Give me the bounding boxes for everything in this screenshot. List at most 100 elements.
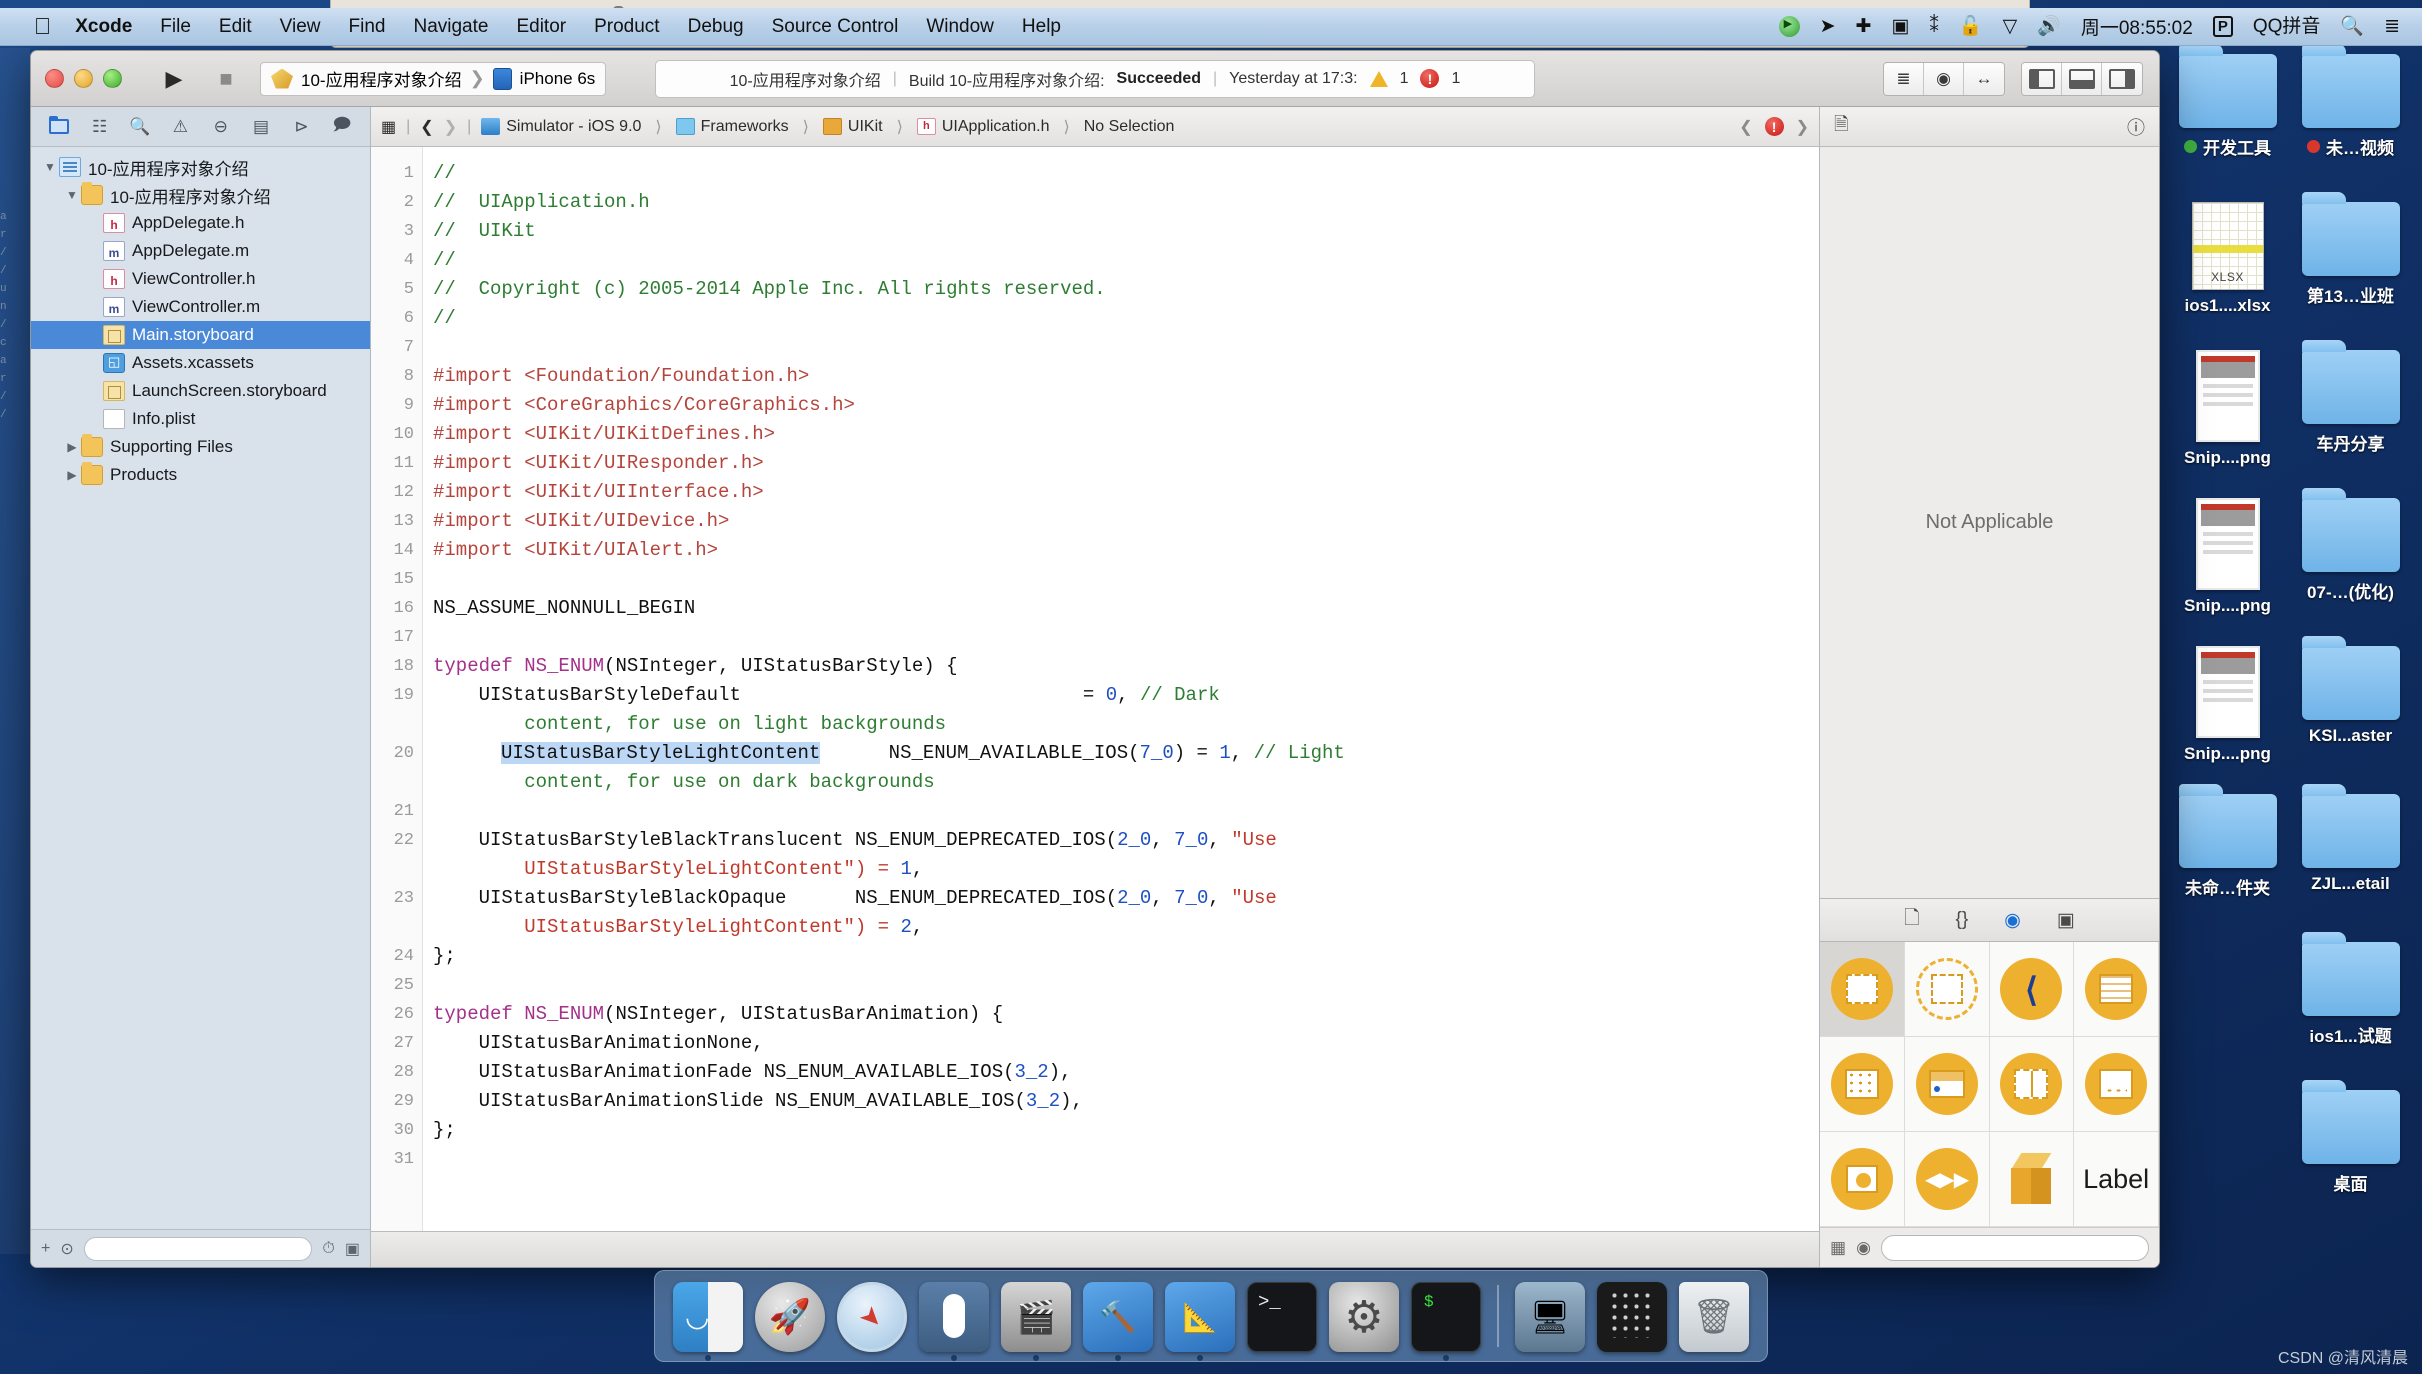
report-navigator-icon[interactable]: 🗩 (322, 112, 362, 142)
filter-icon[interactable]: ◉ (1856, 1238, 1871, 1258)
navigator-item[interactable]: ▼ 10-应用程序对象介绍 (31, 181, 370, 209)
menu-editor[interactable]: Editor (516, 16, 566, 38)
location-arrow-icon[interactable]: ➤ (1820, 17, 1836, 36)
navigator-item[interactable]: Assets.xcassets (31, 349, 370, 377)
view-controller-object[interactable] (1820, 942, 1905, 1037)
code-line[interactable]: // UIKit (433, 217, 1819, 246)
debug-panel-toggle[interactable] (2062, 62, 2102, 95)
desktop-icon[interactable]: 07-…(优化) (2289, 488, 2412, 646)
sync-icon[interactable]: ⁑ (1929, 17, 1939, 36)
navigator-item[interactable]: ▶ Supporting Files (31, 433, 370, 461)
launchpad-dock-icon[interactable] (753, 1281, 827, 1361)
file-inspector-icon[interactable]: 🗎 (1834, 112, 1848, 142)
stop-button[interactable]: ■ (200, 62, 252, 96)
breadcrumb-uiapplication-h[interactable]: h UIApplication.h (916, 118, 1049, 136)
code-line[interactable]: UIStatusBarAnimationSlide NS_ENUM_AVAILA… (433, 1087, 1819, 1116)
menu-xcode[interactable]: Xcode (75, 16, 132, 38)
code-line[interactable]: #import <UIKit/UIInterface.h> (433, 478, 1819, 507)
close-window-button[interactable] (45, 69, 64, 88)
menu-view[interactable]: View (280, 16, 321, 38)
desktop-icon[interactable]: Snip....png (2166, 498, 2289, 646)
code-line[interactable]: UIStatusBarStyleLightContent") = 1, (433, 855, 1819, 884)
desktop-icon[interactable]: ios1...试题 (2289, 932, 2412, 1090)
desktop-icon[interactable]: 未…视频 (2289, 44, 2412, 202)
navigator-item[interactable]: LaunchScreen.storyboard (31, 377, 370, 405)
menu-find[interactable]: Find (349, 16, 386, 38)
code-line[interactable]: #import <Foundation/Foundation.h> (433, 362, 1819, 391)
code-line[interactable]: // UIApplication.h (433, 188, 1819, 217)
code-line[interactable]: #import <CoreGraphics/CoreGraphics.h> (433, 391, 1819, 420)
code-line[interactable]: typedef NS_ENUM(NSInteger, UIStatusBarSt… (433, 652, 1819, 681)
navigator-item[interactable]: m AppDelegate.m (31, 237, 370, 265)
desktop-icon[interactable]: 未命…件夹 (2166, 784, 2289, 942)
bluetooth-icon[interactable]: ✚ (1856, 17, 1872, 36)
disclosure-triangle-icon[interactable]: ▼ (63, 188, 81, 202)
ime-label[interactable]: QQ拼音 (2253, 17, 2321, 36)
code-line[interactable] (433, 971, 1819, 1000)
search-icon[interactable]: 🔍 (2340, 17, 2364, 36)
disclosure-triangle-icon[interactable]: ▶ (63, 440, 81, 454)
breakpoint-navigator-icon[interactable]: ⊳ (281, 112, 321, 142)
code-line[interactable]: UIStatusBarStyleBlackTranslucent NS_ENUM… (433, 826, 1819, 855)
desktop-icon[interactable]: 车丹分享 (2289, 340, 2412, 498)
desktop-icon[interactable]: ZJL...etail (2289, 784, 2412, 942)
navigator-item[interactable]: ▶ Products (31, 461, 370, 489)
code-line[interactable]: #import <UIKit/UIResponder.h> (433, 449, 1819, 478)
code-line[interactable] (433, 1145, 1819, 1174)
scheme-selector[interactable]: 10-应用程序对象介绍 ❯ iPhone 6s (260, 61, 607, 96)
code-line[interactable] (433, 797, 1819, 826)
control-center-icon[interactable]: ≣ (2384, 17, 2400, 36)
code-line[interactable] (433, 623, 1819, 652)
image-view-object[interactable] (1820, 1132, 1905, 1227)
object-library-tab[interactable]: ◉ (2004, 909, 2021, 932)
volume-icon[interactable]: 🔊 (2037, 17, 2061, 36)
debug-navigator-icon[interactable]: ▤ (241, 112, 281, 142)
table-view-controller-object[interactable] (2074, 942, 2159, 1037)
disclosure-triangle-icon[interactable]: ▼ (41, 160, 59, 174)
trash-dock-icon[interactable] (1677, 1281, 1751, 1361)
ime-badge[interactable]: P (2212, 16, 2233, 37)
lock-icon[interactable]: 🔓 (1959, 17, 1983, 36)
menu-file[interactable]: File (160, 16, 191, 38)
system-preferences-dock-icon[interactable] (1327, 1281, 1401, 1361)
menu-navigate[interactable]: Navigate (413, 16, 488, 38)
code-line[interactable]: UIStatusBarAnimationFade NS_ENUM_AVAILAB… (433, 1058, 1819, 1087)
navigation-bar-object[interactable] (1904, 1037, 1990, 1132)
iterm-dock-icon[interactable] (1409, 1281, 1483, 1361)
standard-editor-button[interactable]: ≣ (1884, 62, 1924, 95)
media-library-tab[interactable]: ▣ (2057, 909, 2075, 932)
object-cube[interactable] (1989, 1132, 2075, 1227)
go-forward-button[interactable]: ❯ (444, 117, 457, 137)
assistant-editor-button[interactable]: ◉ (1924, 62, 1964, 95)
desktop-icon[interactable]: 第13…业班 (2289, 192, 2412, 350)
screen-recorder-icon[interactable] (1778, 16, 1800, 37)
maximize-window-button[interactable] (103, 69, 122, 88)
code-line[interactable] (433, 333, 1819, 362)
xcode-dock-icon[interactable] (1081, 1281, 1155, 1361)
imovie-dock-icon[interactable] (999, 1281, 1073, 1361)
desktop-icon[interactable]: 桌面 (2289, 1080, 2412, 1238)
code-line[interactable]: NS_ASSUME_NONNULL_BEGIN (433, 594, 1819, 623)
desktop-icon[interactable]: Snip....png (2166, 646, 2289, 794)
recent-files-filter-icon[interactable]: ⏱ (322, 1240, 334, 1258)
terminal-dock-icon[interactable] (1245, 1281, 1319, 1361)
tab-bar-controller-object[interactable] (2074, 1037, 2159, 1132)
code-text[interactable]: // // UIApplication.h // UIKit // // Copyrig… (423, 147, 1819, 1231)
breadcrumb-no-selection[interactable]: No Selection (1084, 118, 1175, 136)
menu-product[interactable]: Product (594, 16, 659, 38)
search-navigator-icon[interactable]: 🔍 (120, 112, 160, 142)
breadcrumb-uikit[interactable]: UIKit (822, 118, 883, 136)
menu-help[interactable]: Help (1022, 16, 1061, 38)
code-line[interactable]: UIStatusBarStyleBlackOpaque NS_ENUM_DEPR… (433, 884, 1819, 913)
finder-dock-icon[interactable] (671, 1281, 745, 1361)
code-line[interactable]: }; (433, 942, 1819, 971)
split-view-controller-object[interactable] (1989, 1037, 2075, 1132)
activity-status-bar[interactable]: 10-应用程序对象介绍 | Build 10-应用程序对象介绍: Succeed… (655, 59, 1535, 98)
utilities-panel-toggle[interactable] (2102, 62, 2142, 95)
menu-edit[interactable]: Edit (219, 16, 252, 38)
disclosure-triangle-icon[interactable]: ▶ (63, 468, 81, 482)
next-issue-button[interactable]: ❯ (1796, 117, 1809, 137)
code-line[interactable]: #import <UIKit/UIDevice.h> (433, 507, 1819, 536)
label-object[interactable]: Label (2074, 1132, 2159, 1227)
code-line[interactable]: // (433, 246, 1819, 275)
